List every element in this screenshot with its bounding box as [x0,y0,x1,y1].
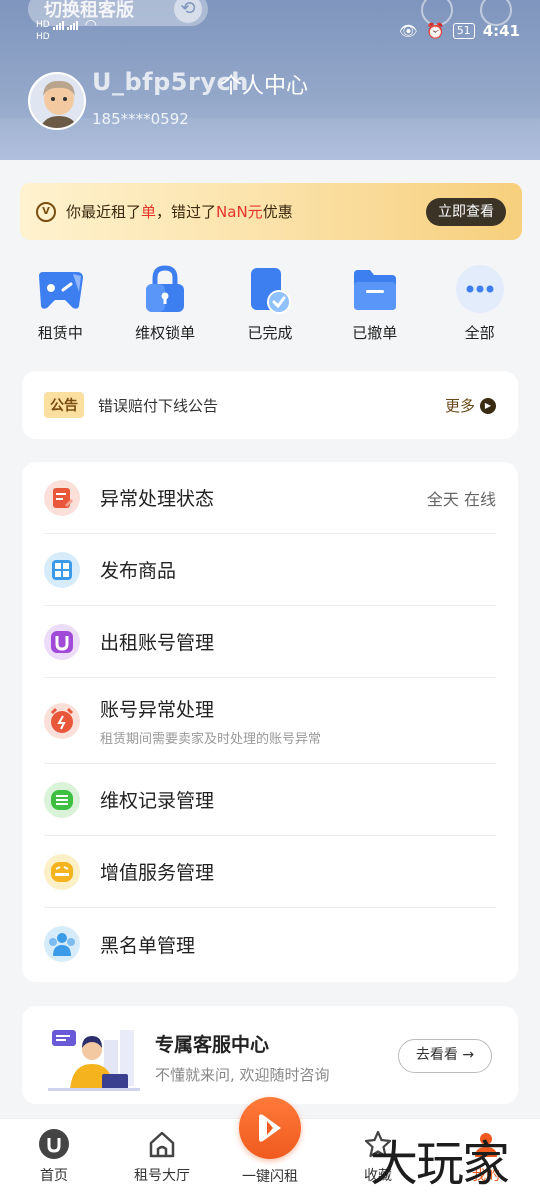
alarm-clock-icon: ⏰ [426,22,445,40]
alarm-icon [44,702,80,739]
online-status: 全天 在线 [426,489,496,509]
promo-banner[interactable]: V 你最近租了单，错过了NaN元优惠 立即查看 [20,183,522,240]
clock-time: 4:41 [482,22,520,40]
network-label-top: HD [36,20,50,30]
phone-number: 185****0592 [92,110,189,128]
customer-service-illustration [46,1020,142,1094]
menu-item-dispute-records[interactable]: 维权记录管理 [44,764,496,836]
menu-label: 增值服务管理 [100,862,215,884]
menu-item-value-added[interactable]: 增值服务管理 [44,836,496,908]
page-title: 个人中心 [220,74,309,99]
more-link[interactable]: 更多 ▶ [445,395,496,416]
signal-bars-icon-2 [66,20,78,30]
quick-cancelled[interactable]: 已撤单 [327,262,423,343]
menu-label: 维权记录管理 [100,790,215,812]
nav-home[interactable]: 首页 [4,1129,104,1185]
quick-all[interactable]: 全部 [432,262,528,343]
switch-icon: ⟲ [174,0,202,23]
order-quick-actions: 租赁中 维权锁单 已完成 已撤单 全部 [0,262,540,343]
promo-text: 你最近租了单，错过了NaN元优惠 [66,203,293,221]
service-subtitle: 不懂就来问, 欢迎随时咨询 [155,1066,330,1084]
announcement-bar[interactable]: 公告 错误赔付下线公告 更多 ▶ [22,371,518,439]
nav-label: 租号大厅 [134,1168,190,1184]
edit-document-icon [44,479,80,516]
eye-icon: 👁 [398,22,418,40]
gamepad-icon [33,262,87,316]
announcement-text[interactable]: 错误赔付下线公告 [98,395,218,416]
quick-label: 已撤单 [352,324,398,342]
menu-subtitle: 租赁期间需要卖家及时处理的账号异常 [100,731,322,747]
wifi-icon: ◠ [84,17,97,33]
signal-bars-icon [52,20,64,30]
house-icon [147,1129,177,1159]
status-bar-signal: HD ◠ HD [36,17,97,42]
check-document-icon [243,262,297,316]
quick-label: 维权锁单 [135,324,196,342]
menu-label: 异常处理状态 [100,488,215,510]
lock-icon [138,262,192,316]
flash-rent-icon [259,1114,281,1142]
customer-service-card[interactable]: 专属客服中心 不懂就来问, 欢迎随时咨询 去看看 → [22,1006,518,1104]
arrow-right-icon: ▶ [480,397,496,414]
folder-icon [348,262,402,316]
announcement-tag: 公告 [44,392,84,418]
menu-item-publish-product[interactable]: 发布商品 [44,534,496,606]
nav-label: 首页 [40,1168,68,1184]
quick-completed[interactable]: 已完成 [222,262,318,343]
network-label-bottom: HD [36,32,50,42]
service-menu: 异常处理状态 全天 在线 发布商品 出租账号管理 账号异常处理 租赁期间需要卖家… [22,462,518,982]
watermark-logo: 大玩家 [370,1136,510,1192]
grid-icon [44,551,80,588]
menu-item-rental-accounts[interactable]: 出租账号管理 [44,606,496,678]
profile-header: 切换租客版 ⟲ HD ◠ HD 👁 ⏰ 51 4:41 U_bfp5rych 个… [0,0,540,160]
status-bar-right: 👁 ⏰ 51 4:41 [399,22,520,40]
menu-item-account-exception[interactable]: 账号异常处理 租赁期间需要卖家及时处理的账号异常 [44,678,496,764]
users-icon [44,926,80,962]
menu-label: 发布商品 [100,560,177,582]
home-logo-icon [39,1129,69,1159]
go-see-button[interactable]: 去看看 → [398,1039,492,1073]
menu-item-exception-status[interactable]: 异常处理状态 全天 在线 [44,462,496,534]
menu-label: 账号异常处理 [100,698,215,721]
quick-label: 全部 [464,324,495,342]
quick-dispute-lock[interactable]: 维权锁单 [117,262,213,343]
quick-renting[interactable]: 租赁中 [12,262,108,343]
header-band [0,118,540,160]
nav-label: 一键闪租 [242,1169,298,1185]
quick-label: 已完成 [247,324,293,342]
flash-rent-button[interactable] [239,1097,301,1159]
view-now-button[interactable]: 立即查看 [426,198,506,226]
list-icon [44,781,80,818]
service-title: 专属客服中心 [155,1034,270,1056]
more-label: 更多 [444,397,475,415]
menu-item-blacklist[interactable]: 黑名单管理 [44,908,496,980]
menu-label: 出租账号管理 [100,632,215,654]
battery-icon: 51 [452,23,475,39]
avatar[interactable] [28,72,86,130]
nav-rental-hall[interactable]: 租号大厅 [112,1129,212,1185]
quick-label: 租赁中 [37,324,83,342]
menu-label: 黑名单管理 [100,934,196,957]
u-logo-icon [44,623,80,660]
service-icon [44,853,80,890]
vip-badge-icon: V [36,201,56,222]
more-dots-icon [453,262,507,316]
